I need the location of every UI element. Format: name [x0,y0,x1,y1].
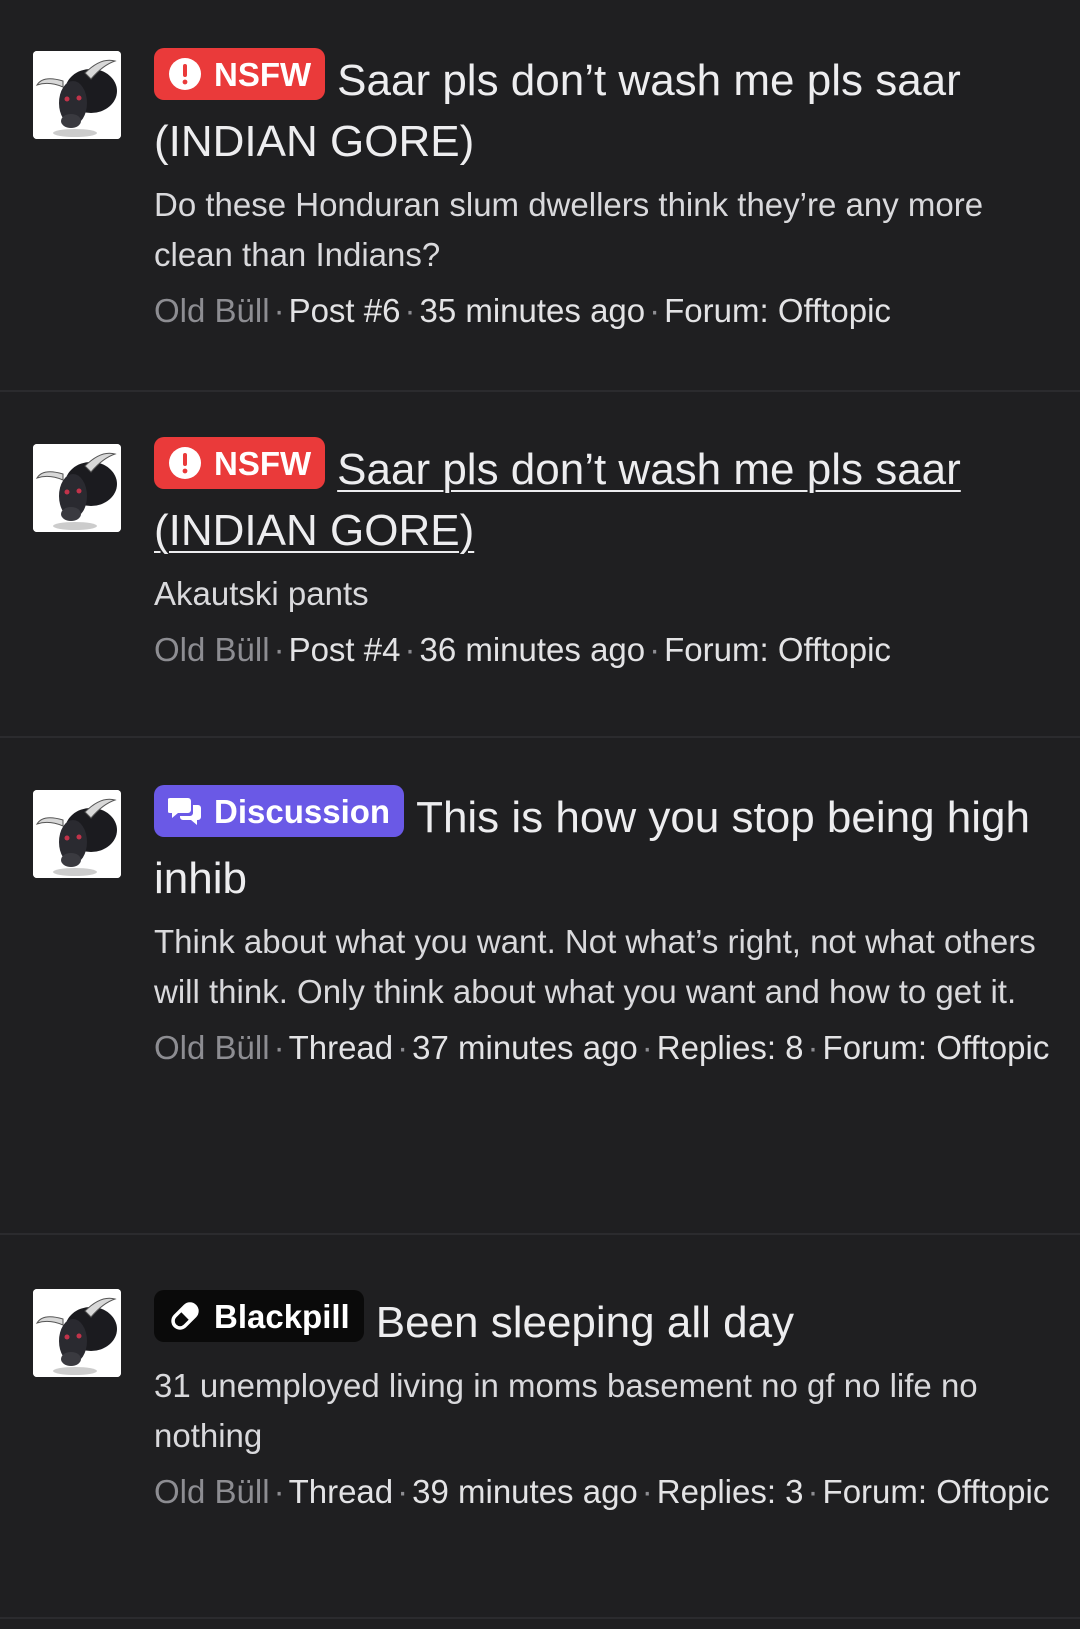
post-snippet: Think about what you want. Not what’s ri… [154,923,1036,1010]
chat-bubbles-icon [168,798,201,825]
post-time: 37 minutes ago [412,1029,638,1066]
badge-label: Discussion [214,792,391,830]
bull-avatar-icon [33,444,121,532]
reply-count: Replies: 8 [656,1029,804,1066]
thread-title[interactable]: NSFW Saar pls don’t wash me pls saar (IND… [154,48,1054,172]
avatar[interactable] [33,790,121,878]
thread-title[interactable]: Discussion This is how you stop being hig… [154,785,1054,909]
forum-link[interactable]: Forum: Offtopic [664,292,891,329]
post-time: 35 minutes ago [419,292,646,329]
meta-separator: · [273,631,285,668]
exclamation-circle-icon [169,58,201,90]
post-snippet: 31 unemployed living in moms basement no… [154,1367,978,1454]
bull-avatar-icon [33,51,121,139]
meta-separator: · [404,292,416,329]
meta-separator: · [807,1029,819,1066]
badge-label: NSFW [214,55,312,93]
author-link[interactable]: Old Büll [154,1473,270,1510]
list-item[interactable]: Blackpill Been sleeping all day 31 unempl… [0,1235,1080,1619]
post-time: 36 minutes ago [419,631,646,668]
title-text[interactable]: Been sleeping all day [376,1298,794,1347]
list-item[interactable]: NSFW Saar pls don’t wash me pls saar (IND… [0,392,1080,738]
content-type: Thread [288,1029,394,1066]
post-snippet: Akautski pants [154,575,369,612]
meta-separator: · [649,631,661,668]
reply-count: Replies: 3 [656,1473,804,1510]
activity-feed: NSFW Saar pls don’t wash me pls saar (IND… [0,0,1080,1619]
bull-avatar-icon [33,1289,121,1377]
meta-separator: · [649,292,661,329]
meta-separator: · [641,1473,653,1510]
author-link[interactable]: Old Büll [154,631,270,668]
pill-icon [171,1302,199,1330]
author-link[interactable]: Old Büll [154,292,270,329]
author-link[interactable]: Old Büll [154,1029,270,1066]
meta-separator: · [273,1473,285,1510]
meta-separator: · [397,1029,409,1066]
post-meta: Old Büll · Thread · 37 minutes ago · Replies: … [154,1023,1054,1073]
list-item[interactable]: Discussion This is how you stop being hig… [0,738,1080,1235]
avatar[interactable] [33,51,121,139]
post-time: 39 minutes ago [412,1473,638,1510]
forum-link[interactable]: Forum: Offtopic [823,1473,1050,1510]
post-snippet: Do these Honduran slum dwellers think th… [154,186,984,273]
forum-link[interactable]: Forum: Offtopic [823,1029,1050,1066]
blackpill-badge: Blackpill [154,1290,364,1342]
meta-separator: · [807,1473,819,1510]
badge-label: NSFW [214,444,312,482]
forum-link[interactable]: Forum: Offtopic [664,631,891,668]
meta-separator: · [404,631,416,668]
discussion-badge: Discussion [154,785,405,837]
meta-separator: · [641,1029,653,1066]
meta-separator: · [397,1473,409,1510]
nsfw-badge: NSFW [154,437,326,489]
avatar[interactable] [33,1289,121,1377]
meta-separator: · [273,1029,285,1066]
nsfw-badge: NSFW [154,48,326,100]
post-number[interactable]: Post #6 [289,292,401,329]
content-type: Thread [288,1473,394,1510]
post-meta: Old Büll · Post #6 · 35 minutes ago · Forum: O… [154,286,1054,336]
avatar[interactable] [33,444,121,532]
meta-separator: · [273,292,285,329]
post-number[interactable]: Post #4 [289,631,401,668]
post-meta: Old Büll · Post #4 · 36 minutes ago · Forum: O… [154,625,1054,675]
post-meta: Old Büll · Thread · 39 minutes ago · Replies: … [154,1467,1054,1517]
badge-label: Blackpill [214,1297,350,1335]
thread-title[interactable]: Blackpill Been sleeping all day [154,1290,1054,1353]
thread-title[interactable]: NSFW Saar pls don’t wash me pls saar (IND… [154,437,1054,561]
list-item[interactable]: NSFW Saar pls don’t wash me pls saar (IND… [0,0,1080,392]
bull-avatar-icon [33,790,121,878]
exclamation-circle-icon [169,447,201,479]
